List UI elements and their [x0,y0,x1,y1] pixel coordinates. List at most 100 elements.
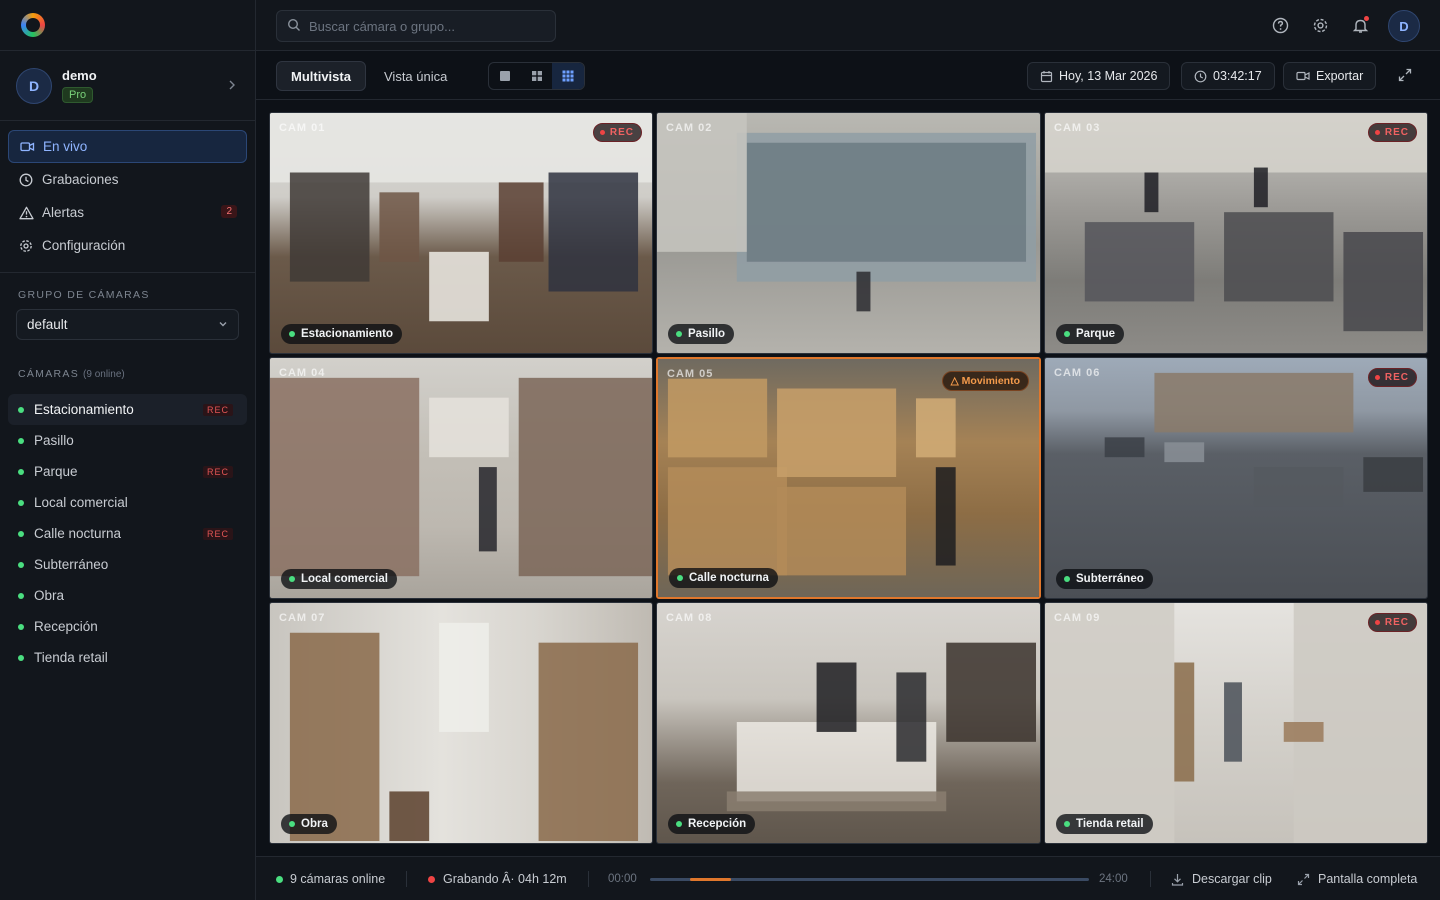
view-toolbar: Multivista Vista única Hoy, 13 Mar 2026 … [256,51,1440,100]
date-picker-button[interactable]: Hoy, 13 Mar 2026 [1027,62,1171,90]
camera-tile[interactable]: CAM 07 Obra [269,602,653,844]
search-icon [287,18,301,35]
camera-name-pill: Obra [281,814,337,834]
time-button[interactable]: 03:42:17 [1181,62,1275,90]
expand-icon[interactable] [1398,68,1412,85]
scene-object [379,192,420,262]
bell-icon[interactable] [1350,15,1370,35]
layout-2x2-icon[interactable] [521,63,553,89]
sidebar-item-label: Grabaciones [42,172,119,187]
chevron-down-icon [218,317,228,332]
scene-object [289,632,380,842]
rec-tag: REC [202,404,233,416]
search-box[interactable] [276,10,556,42]
camera-list-item[interactable]: Local comercial [8,487,247,518]
camera-list-item[interactable]: Obra [8,580,247,611]
timeline-start-label: 00:00 [608,873,637,885]
camera-feed [270,358,652,598]
camera-tile[interactable]: CAM 05 △ Movimiento Calle nocturna [656,357,1041,599]
logo-row [0,0,255,51]
sidebar-item-label: Alertas [42,205,85,220]
scene-object [1144,172,1159,213]
camera-name-pill: Recepción [668,814,756,834]
scene-object [915,398,956,458]
scene-object [429,397,509,458]
scene-object [1253,467,1344,507]
camera-tile[interactable]: CAM 08 Recepción [656,602,1041,844]
motion-alert-badge: △ Movimiento [941,371,1029,391]
layout-switcher [488,62,585,90]
camera-list-item[interactable]: Calle nocturna REC [8,518,247,549]
scene-object [289,172,370,282]
download-clip-button[interactable]: Descargar clip [1171,872,1272,886]
timeline-track[interactable] [650,878,1089,881]
camera-feed [1045,358,1427,598]
fullscreen-button[interactable]: Pantalla completa [1297,872,1417,886]
camera-id-label: CAM 04 [279,367,326,379]
camera-name: Obra [34,588,65,603]
cameras-online-count: (9 online) [83,369,125,380]
app-logo[interactable] [21,13,45,37]
scene-object [518,377,652,577]
layout-1x1-icon[interactable] [489,63,521,89]
camera-tile[interactable]: CAM 01 REC Estacionamiento [269,112,653,354]
search-input[interactable] [309,18,539,34]
camera-list-item[interactable]: Subterráneo [8,549,247,580]
scene-object [1154,372,1354,433]
scene-object [1084,222,1195,302]
sidebar-item-configuración[interactable]: Configuración [8,229,247,262]
settings-gear-icon[interactable] [1310,15,1330,35]
online-text: 9 cámaras online [290,872,386,886]
camera-list-item[interactable]: Tienda retail [8,642,247,673]
user-avatar-button[interactable]: D [1388,10,1420,42]
profile-card[interactable]: D demo Pro [0,51,255,121]
camera-tile[interactable]: CAM 06 REC Subterráneo [1044,357,1428,599]
chevron-right-icon[interactable] [227,77,237,93]
fullscreen-label: Pantalla completa [1318,872,1418,886]
scene-object [816,662,857,732]
help-icon[interactable] [1270,15,1290,35]
camera-list-item[interactable]: Recepción [8,611,247,642]
scene-object [1253,167,1268,208]
scene-object [439,622,489,732]
divider [588,871,589,887]
sidebar-item-grabaciones[interactable]: Grabaciones [8,163,247,196]
recording-dot [428,875,435,883]
camera-list-item[interactable]: Pasillo [8,425,247,456]
online-dot [18,406,24,413]
camera-feed [657,113,1040,353]
scene-object [1104,437,1145,458]
export-button[interactable]: Exportar [1283,62,1377,90]
camera-name-pill: Tienda retail [1056,814,1153,834]
camera-id-label: CAM 09 [1054,612,1101,624]
sidebar-item-alertas[interactable]: Alertas 2 [8,196,247,229]
rec-tag: REC [202,528,233,540]
camera-name: Tienda retail [34,650,108,665]
tab-multivista[interactable]: Multivista [276,61,366,91]
rec-badge: REC [592,123,642,142]
online-dot [18,530,24,537]
layout-3x3-icon[interactable] [552,63,584,89]
divider [406,871,407,887]
online-dot [18,437,24,444]
tab-vista-unica[interactable]: Vista única [370,61,461,91]
camera-name: Subterráneo [34,557,109,572]
camera-tile[interactable]: CAM 02 Pasillo [656,112,1041,354]
camera-feed [658,359,1039,597]
sidebar-item-en-vivo[interactable]: En vivo [8,130,247,163]
scene-object [1045,113,1427,173]
camera-list-item[interactable]: Parque REC [8,456,247,487]
rec-badge: REC [1367,613,1417,632]
scene-object [429,251,489,322]
camera-list-item[interactable]: Estacionamiento REC [8,394,247,425]
scene-object [726,791,947,812]
camera-id-label: CAM 06 [1054,367,1101,379]
feed-scene [289,622,639,842]
camera-id-label: CAM 03 [1054,122,1101,134]
video-icon [19,139,35,155]
camera-tile[interactable]: CAM 03 REC Parque [1044,112,1428,354]
camera-tile[interactable]: CAM 04 Local comercial [269,357,653,599]
camera-tile[interactable]: CAM 09 REC Tienda retail [1044,602,1428,844]
export-label: Exportar [1316,69,1364,83]
camera-group-select[interactable]: default [16,309,239,340]
